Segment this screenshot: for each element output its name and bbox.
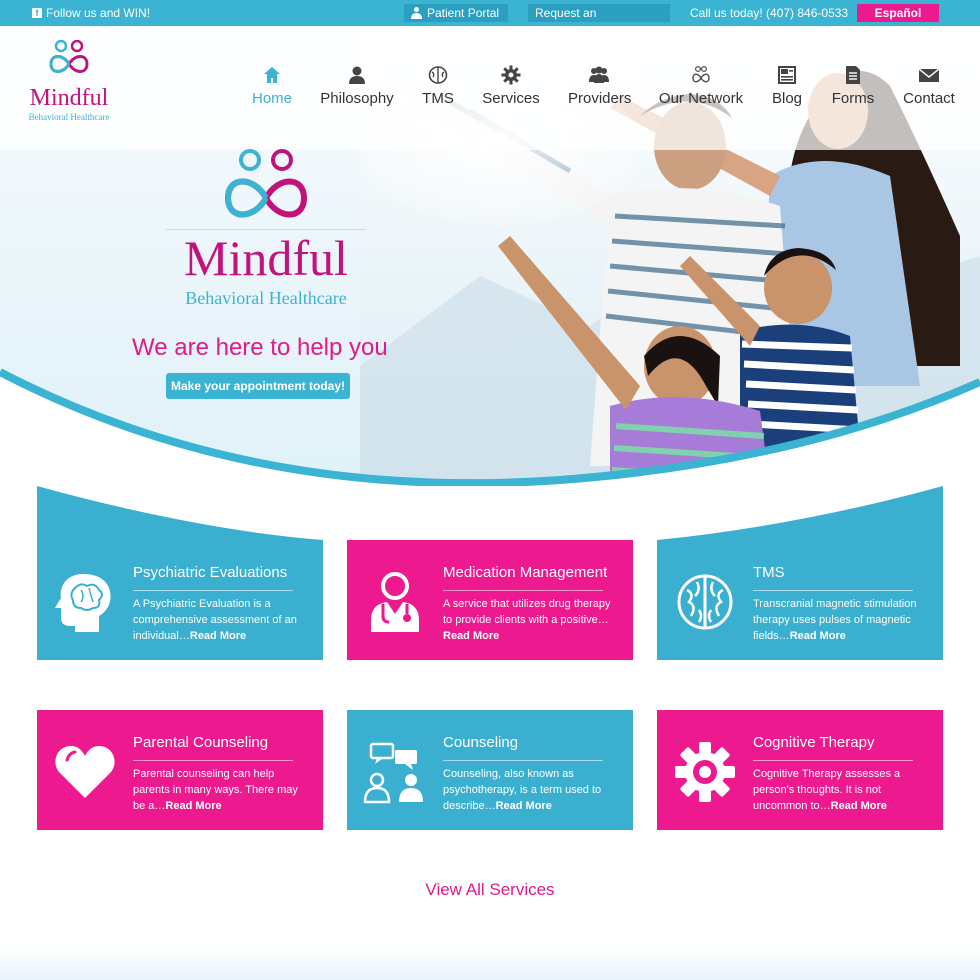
title-divider (443, 760, 603, 761)
facebook-icon: f (32, 8, 42, 18)
footer-band (0, 948, 980, 980)
service-card-psychiatric-evaluations[interactable]: Psychiatric Evaluations A Psychiatric Ev… (37, 540, 323, 660)
service-title: Medication Management (443, 564, 608, 581)
read-more-link[interactable]: Read More (790, 630, 846, 642)
nav-tms[interactable]: TMS (420, 64, 456, 107)
nav-our-network[interactable]: Our Network (658, 64, 744, 107)
brain-icon (428, 66, 448, 84)
group-icon (589, 66, 609, 83)
nav-label: Philosophy (320, 90, 394, 107)
service-description: A service that utilizes drug therapy to … (443, 596, 621, 644)
head-brain-icon (55, 574, 111, 632)
gear-icon (501, 65, 521, 85)
service-title: Cognitive Therapy (753, 734, 875, 751)
title-divider (133, 590, 293, 591)
read-more-link[interactable]: Read More (496, 800, 552, 812)
main-nav: Home Philosophy TMS Services Providers O… (0, 64, 980, 114)
nav-label: Services (482, 90, 540, 107)
conversation-icon (363, 742, 423, 804)
service-description: Parental counseling can help parents in … (133, 766, 311, 814)
nav-philosophy[interactable]: Philosophy (320, 64, 394, 107)
nav-label: Our Network (658, 90, 744, 107)
nav-label: Blog (771, 90, 803, 107)
nav-blog[interactable]: Blog (770, 64, 804, 107)
hero-logo: Mindful Behavioral Healthcare (166, 148, 366, 309)
hero-section: Mindful Behavioral Healthcare Home Philo… (0, 26, 980, 486)
service-card-cognitive-therapy[interactable]: Cognitive Therapy Cognitive Therapy asse… (657, 710, 943, 830)
patient-portal-button[interactable]: Patient Portal (404, 4, 508, 22)
service-description: Cognitive Therapy assesses a person's th… (753, 766, 931, 814)
read-more-link[interactable]: Read More (165, 800, 221, 812)
follow-link[interactable]: f Follow us and WIN! (32, 6, 150, 20)
service-description: A Psychiatric Evaluation is a comprehens… (133, 596, 311, 644)
person-icon (349, 66, 365, 84)
infinity-people-icon (224, 149, 308, 218)
envelope-icon (918, 68, 940, 82)
title-divider (753, 760, 913, 761)
nav-home[interactable]: Home (250, 64, 294, 107)
document-icon (846, 66, 860, 84)
nav-forms[interactable]: Forms (830, 64, 876, 107)
nav-label: Providers (568, 90, 632, 107)
service-card-counseling[interactable]: Counseling Counseling, also known as psy… (347, 710, 633, 830)
network-icon (692, 65, 710, 83)
doctor-icon (371, 572, 419, 632)
service-title: TMS (753, 564, 785, 581)
nav-label: Forms (831, 90, 875, 107)
service-card-parental-counseling[interactable]: Parental Counseling Parental counseling … (37, 710, 323, 830)
read-more-link[interactable]: Read More (190, 630, 246, 642)
service-description: Counseling, also known as psychotherapy,… (443, 766, 621, 814)
blog-icon (778, 66, 796, 84)
heart-icon (55, 746, 115, 798)
hero-logo-wordmark: Mindful (166, 229, 366, 284)
service-card-medication-management[interactable]: Medication Management A service that uti… (347, 540, 633, 660)
top-bar: f Follow us and WIN! Patient Portal Requ… (0, 0, 980, 38)
title-divider (753, 590, 913, 591)
nav-services[interactable]: Services (482, 64, 540, 107)
service-title: Counseling (443, 734, 519, 751)
service-description: Transcranial magnetic stimulation therap… (753, 596, 931, 644)
title-divider (443, 590, 603, 591)
nav-providers[interactable]: Providers (568, 64, 632, 107)
title-divider (133, 760, 293, 761)
nav-label: Home (251, 90, 292, 107)
call-us-text: Call us today! (407) 846-0533 (690, 6, 849, 20)
read-more-link[interactable]: Read More (831, 800, 887, 812)
service-card-tms[interactable]: TMS Transcranial magnetic stimulation th… (657, 540, 943, 660)
home-icon (264, 67, 280, 83)
cog-icon (675, 742, 735, 802)
request-appointment-button[interactable]: Request an Appointment (528, 4, 670, 38)
service-title: Psychiatric Evaluations (133, 564, 288, 581)
patient-portal-label: Patient Portal (427, 6, 500, 20)
service-title: Parental Counseling (133, 734, 269, 751)
hero-wave (0, 368, 980, 486)
nav-label: Contact (903, 90, 955, 107)
view-all-services-link[interactable]: View All Services (0, 880, 980, 900)
read-more-link[interactable]: Read More (443, 630, 499, 642)
brain-icon (677, 574, 733, 630)
nav-label: TMS (422, 90, 454, 107)
hero-logo-subtitle: Behavioral Healthcare (185, 288, 347, 308)
follow-label: Follow us and WIN! (46, 6, 151, 20)
service-summary: A service that utilizes drug therapy to … (443, 598, 611, 626)
espanol-button[interactable]: Español (857, 4, 939, 22)
user-icon (411, 7, 422, 19)
nav-contact[interactable]: Contact (902, 64, 956, 107)
